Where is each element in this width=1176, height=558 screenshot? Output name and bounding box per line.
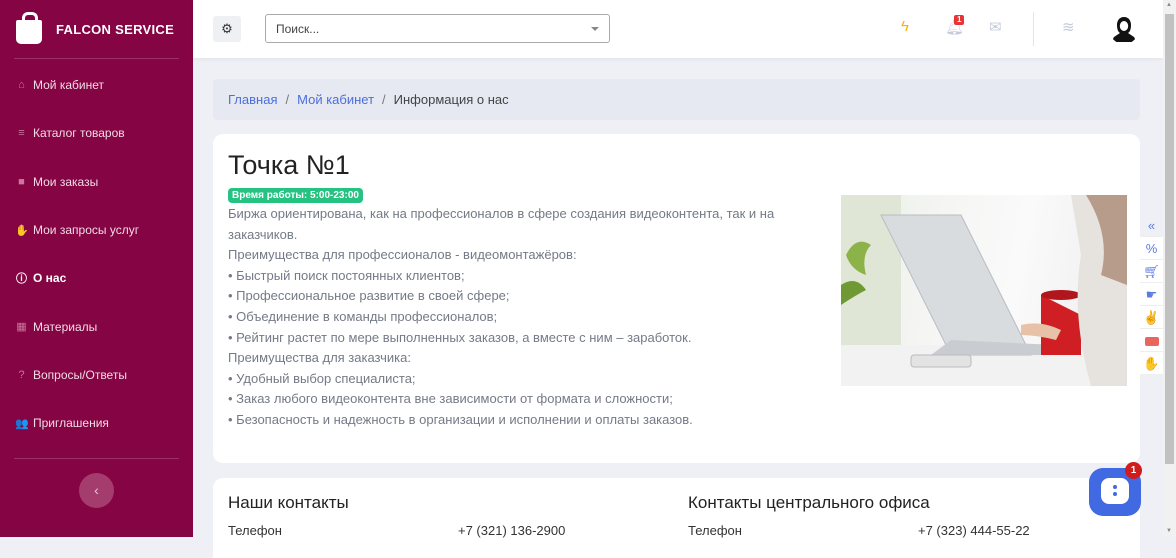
sidebar-item-materials[interactable]: ▦ Материалы — [0, 302, 193, 350]
desc-line: • Рейтинг растет по мере выполненных зак… — [228, 329, 692, 345]
chat-badge: 1 — [1125, 462, 1142, 479]
breadcrumb: Главная / Мой кабинет / Информация о нас — [213, 79, 1140, 120]
hand-peace-icon[interactable]: ✌ — [1140, 306, 1163, 329]
notification-badge: 1 — [954, 15, 965, 25]
hand-paper-icon[interactable]: ✋ — [1140, 352, 1163, 375]
chat-icon — [1101, 478, 1129, 504]
chevron-down-icon — [591, 27, 599, 31]
sidebar: FALCON SERVICE ⌂ Мой кабинет ≡ Каталог тов… — [0, 0, 193, 537]
coins-icon[interactable]: ≋ — [1062, 18, 1075, 36]
breadcrumb-separator: / — [285, 92, 290, 107]
desc-line: • Заказ любого видеоконтента вне зависим… — [228, 391, 673, 407]
scroll-down-icon[interactable]: ▼ — [1166, 528, 1172, 534]
settings-button[interactable]: ⚙ — [213, 16, 241, 42]
divider — [14, 458, 179, 459]
scroll-up-icon[interactable]: ▲ — [1166, 2, 1172, 8]
percent-icon[interactable]: % — [1140, 237, 1163, 260]
phone-row: Телефон +7 (323) 444-55-22 — [688, 523, 1128, 538]
desc-line: Преимущества для профессионалов - видеом… — [228, 247, 577, 263]
contacts-card: Наши контакты Телефон +7 (321) 136-2900 К… — [213, 478, 1140, 558]
point-title: Точка №1 — [228, 150, 350, 180]
hand-pointing-icon[interactable]: ☛ — [1140, 283, 1163, 306]
breadcrumb-home-link[interactable]: Главная — [228, 92, 277, 107]
our-contacts-title: Наши контакты — [228, 493, 349, 512]
youtube-icon[interactable] — [1140, 329, 1163, 352]
side-toolbar: « % 🛒︎ ☛ ✌ ✋ — [1140, 214, 1163, 375]
phone-label: Телефон — [228, 523, 282, 538]
collapse-sidebar-button[interactable]: ‹ — [79, 473, 114, 508]
phone-value[interactable]: +7 (321) 136-2900 — [458, 523, 565, 538]
envelope-icon[interactable]: ✉ — [989, 18, 1002, 36]
our-contacts: Наши контакты Телефон +7 (321) 136-2900 — [228, 493, 668, 538]
cubes-icon: ▦ — [16, 321, 27, 334]
sidebar-item-my-cabinet[interactable]: ⌂ Мой кабинет — [0, 61, 193, 109]
cart-icon[interactable]: 🛒︎ — [1140, 260, 1163, 283]
sidebar-nav: ⌂ Мой кабинет ≡ Каталог товаров ■ Мои заказ… — [0, 61, 193, 447]
point-card: Точка №1 Время работы: 5:00-23:00 Биржа … — [213, 134, 1140, 463]
sidebar-item-invitations[interactable]: 👥 Приглашения — [0, 399, 193, 447]
shopping-bag-icon — [16, 12, 42, 44]
desc-line: Преимущества для заказчика: — [228, 350, 411, 366]
brand-name: FALCON SERVICE — [56, 21, 175, 37]
desc-line: • Безопасность и надежность в организаци… — [228, 411, 693, 427]
office-photo — [841, 195, 1127, 386]
hand-icon: ✋ — [15, 224, 29, 237]
sidebar-item-about[interactable]: ⓘ О нас — [0, 254, 193, 302]
users-icon: 👥 — [15, 417, 29, 430]
phone-label: Телефон — [688, 523, 742, 538]
divider — [1033, 12, 1034, 46]
office-contacts-title: Контакты центрального офиса — [688, 493, 930, 512]
breadcrumb-separator: / — [382, 92, 386, 107]
point-description: Биржа ориентирована, как на профессионал… — [228, 204, 818, 431]
home-icon: ⌂ — [18, 79, 25, 92]
desc-line: • Профессиональное развитие в своей сфер… — [228, 288, 510, 304]
chat-widget-button[interactable]: 1 — [1089, 462, 1142, 516]
breadcrumb-cabinet-link[interactable]: Мой кабинет — [297, 92, 374, 107]
desc-line: Биржа ориентирована, как на профессионал… — [228, 206, 775, 242]
brand-logo[interactable]: FALCON SERVICE — [0, 0, 193, 58]
briefcase-icon: ■ — [18, 175, 25, 188]
question-icon: ? — [18, 368, 25, 381]
user-avatar[interactable] — [1109, 14, 1139, 44]
info-icon: ⓘ — [16, 273, 27, 286]
divider — [14, 58, 179, 59]
scrollbar-thumb[interactable] — [1165, 14, 1174, 464]
bell-icon[interactable]: 🔔︎ 1 — [945, 15, 965, 36]
double-chevron-left-icon[interactable]: « — [1140, 214, 1163, 237]
page-scrollbar[interactable]: ▲ ▼ — [1163, 0, 1176, 537]
desc-line: • Объединение в команды профессионалов; — [228, 308, 498, 324]
working-hours-badge: Время работы: 5:00-23:00 — [228, 188, 363, 203]
sidebar-item-service-requests[interactable]: ✋ Мои запросы услуг — [0, 206, 193, 254]
phone-row: Телефон +7 (321) 136-2900 — [228, 523, 668, 538]
search-select[interactable]: Поиск... — [265, 14, 610, 43]
office-contacts: Контакты центрального офиса Телефон +7 (3… — [688, 493, 1128, 538]
gears-icon: ⚙ — [221, 21, 233, 36]
sidebar-item-orders[interactable]: ■ Мои заказы — [0, 158, 193, 206]
sidebar-item-catalog[interactable]: ≡ Каталог товаров — [0, 109, 193, 157]
phone-value[interactable]: +7 (323) 444-55-22 — [918, 523, 1030, 538]
top-header: ⚙ Поиск... ϟ 🔔︎ 1 ✉ ≋ — [193, 0, 1163, 58]
user-icon — [1113, 17, 1135, 42]
desc-line: • Удобный выбор специалиста; — [228, 370, 416, 386]
list-icon: ≡ — [18, 127, 25, 140]
desc-line: • Быстрый поиск постоянных клиентов; — [228, 267, 465, 283]
chevron-left-icon: ‹ — [94, 482, 99, 498]
lightning-icon[interactable]: ϟ — [901, 18, 909, 35]
sidebar-item-faq[interactable]: ? Вопросы/Ответы — [0, 351, 193, 399]
breadcrumb-current: Информация о нас — [393, 92, 509, 107]
